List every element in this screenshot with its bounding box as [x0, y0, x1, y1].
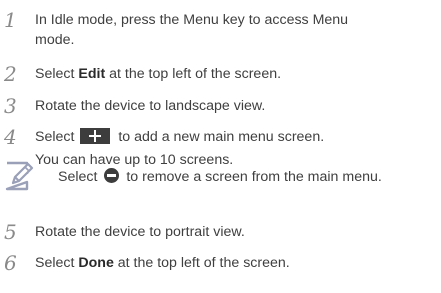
step-text-line2: mode.: [35, 32, 75, 48]
plus-button-icon: [80, 128, 111, 144]
step-text-pre: Select: [35, 255, 79, 271]
step-text-line1: In Idle mode, press the Menu key to acce…: [35, 12, 349, 28]
step-text-post: to add a new main menu screen.: [114, 129, 325, 145]
step-number: 4: [4, 125, 17, 149]
minus-circle-icon: [104, 168, 120, 183]
note-pencil-icon: [5, 161, 34, 191]
step-text-post: at the top left of the screen.: [113, 255, 290, 271]
step-number: 5: [4, 220, 17, 244]
note-text-pre: Select: [58, 169, 102, 185]
step-number: 3: [4, 94, 17, 118]
step-number: 2: [4, 62, 17, 86]
step-text-pre: Select: [35, 129, 79, 145]
step-text: Rotate the device to portrait view.: [35, 224, 245, 240]
edit-label: Edit: [78, 66, 106, 82]
step-text: Rotate the device to landscape view.: [35, 98, 266, 114]
note-text-post: to remove a screen from the main menu.: [122, 169, 382, 185]
step-text-pre: Select: [35, 66, 79, 82]
done-label: Done: [78, 255, 114, 271]
step-number: 1: [4, 8, 17, 32]
step-text-post: at the top left of the screen.: [105, 66, 282, 82]
step-number: 6: [4, 251, 17, 275]
note-text: Select to remove a screen from the main …: [58, 167, 382, 187]
